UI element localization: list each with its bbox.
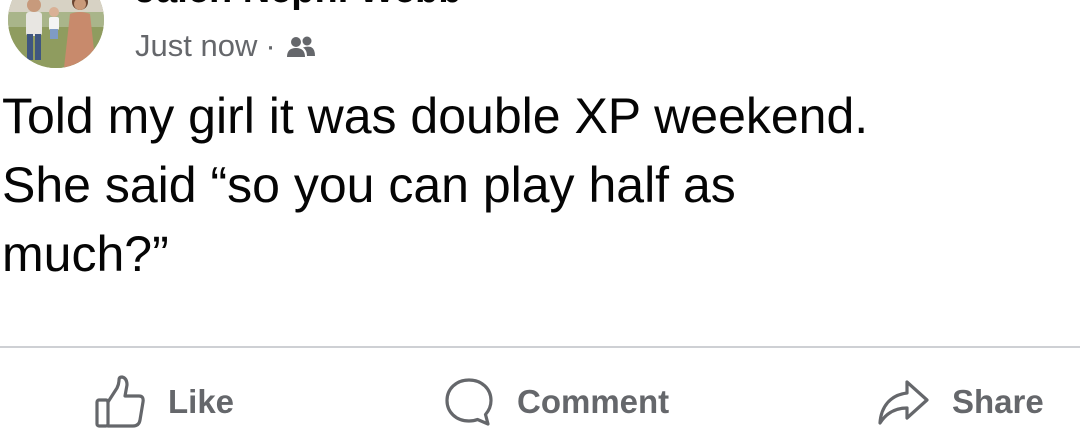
thumbs-up-icon bbox=[94, 375, 146, 429]
comment-button[interactable]: Comment bbox=[443, 372, 669, 432]
meta-separator: · bbox=[265, 28, 276, 63]
share-arrow-icon bbox=[876, 377, 930, 427]
comment-label: Comment bbox=[517, 383, 670, 420]
action-bar: Like Comment Share bbox=[0, 372, 1080, 432]
post-text-line: Told my girl it was double XP weekend. bbox=[2, 88, 869, 144]
comment-bubble-icon bbox=[443, 376, 495, 428]
profile-photo bbox=[8, 0, 104, 68]
post-text-line: much?” bbox=[2, 226, 169, 282]
friends-icon bbox=[286, 33, 316, 59]
share-label: Share bbox=[952, 383, 1044, 420]
avatar[interactable] bbox=[8, 0, 104, 68]
like-label: Like bbox=[168, 383, 235, 420]
like-button[interactable]: Like bbox=[94, 372, 234, 432]
post-text-line: She said “so you can play half as bbox=[2, 157, 736, 213]
post-meta: Just now · bbox=[135, 26, 316, 66]
author-name[interactable]: Jalen Nephi Webb bbox=[135, 0, 462, 10]
post-timestamp[interactable]: Just now bbox=[135, 28, 257, 64]
divider bbox=[0, 346, 1080, 348]
share-button[interactable]: Share bbox=[876, 372, 1044, 432]
post-text: Told my girl it was double XP weekend. S… bbox=[2, 82, 1080, 289]
